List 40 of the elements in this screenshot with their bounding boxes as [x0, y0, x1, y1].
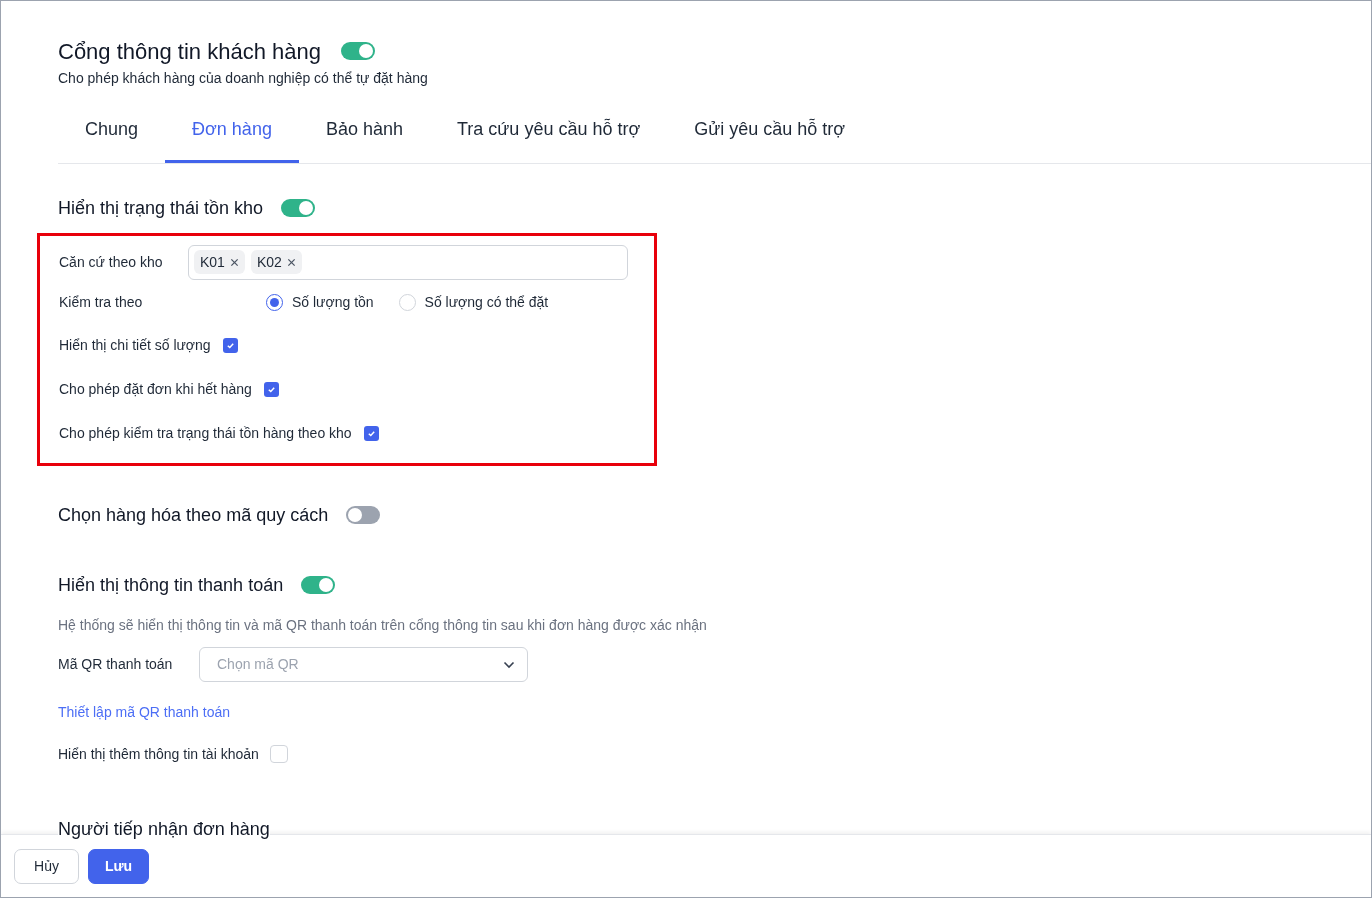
check-icon [225, 340, 235, 350]
warehouse-tag[interactable]: K01 [194, 250, 245, 274]
section-title: Hiển thị thông tin thanh toán [58, 573, 284, 597]
checkbox-label: Cho phép kiểm tra trạng thái tồn hàng theo kho [59, 423, 352, 443]
toggle-switch[interactable] [301, 576, 336, 594]
radio-label: Số lượng tồn [292, 292, 374, 312]
cancel-button[interactable]: Hủy [14, 848, 79, 884]
checkbox[interactable] [263, 381, 279, 397]
check-icon [266, 384, 276, 394]
chevron-down-icon [503, 660, 515, 669]
checkbox[interactable] [269, 745, 288, 763]
tab[interactable]: Gửi yêu cầu hỗ trợ [667, 105, 873, 163]
checkbox-label: Hiển thị chi tiết số lượng [59, 335, 211, 355]
remove-icon[interactable] [286, 257, 296, 267]
tab[interactable]: Bảo hành [298, 105, 430, 163]
setup-qr-link[interactable]: Thiết lập mã QR thanh toán [58, 701, 230, 723]
page-description: Cho phép khách hàng của doanh nghiệp có thể tự đặt hàng [58, 69, 429, 88]
section-title: Hiển thị trạng thái tồn kho [58, 196, 264, 220]
section-title: Chọn hàng hóa theo mã quy cách [58, 503, 329, 527]
radio-label: Số lượng có thể đặt [424, 292, 549, 312]
toggle-switch[interactable] [341, 42, 375, 60]
tab[interactable]: Tra cứu yêu cầu hỗ trợ [430, 105, 668, 163]
section-note: Hệ thống sẽ hiển thị thông tin và mã QR thanh toán trên cổng thông tin sau khi đơn hàng được xác nhận [58, 616, 708, 635]
field-label: Mã QR thanh toán [58, 655, 174, 674]
remove-icon[interactable] [229, 257, 239, 267]
tab[interactable]: Chung [58, 105, 166, 163]
page-title: Cổng thông tin khách hàng [58, 37, 321, 66]
checkbox[interactable] [222, 337, 238, 353]
checkbox-label: Cho phép đặt đơn khi hết hàng [59, 379, 252, 399]
warehouse-field[interactable]: K01 K02 [188, 244, 628, 280]
field-label: Kiểm tra theo [59, 292, 144, 312]
checkbox[interactable] [363, 425, 379, 441]
checkbox-label: Hiển thị thêm thông tin tài khoản [58, 744, 259, 764]
tab[interactable]: Đơn hàng [165, 105, 299, 163]
toggle-switch[interactable] [281, 199, 316, 217]
warehouse-tag[interactable]: K02 [250, 250, 302, 274]
field-label: Căn cứ theo kho [59, 252, 164, 272]
check-icon [366, 428, 376, 438]
toggle-switch[interactable] [346, 506, 381, 524]
save-button[interactable]: Lưu [88, 848, 149, 884]
